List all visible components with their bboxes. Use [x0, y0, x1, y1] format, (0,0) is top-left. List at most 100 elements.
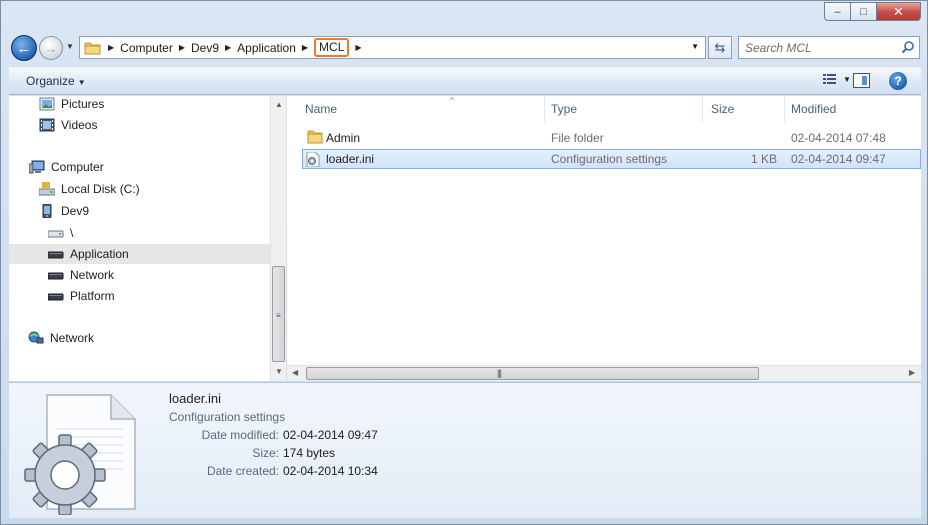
recent-pages-dropdown[interactable]: ▼: [66, 42, 74, 51]
explorer-window: – □ ✕ ← → ▼ ▶ Computer ▶ Dev9 ▶ Applicat…: [0, 0, 928, 525]
sidebar-item-pictures[interactable]: Pictures: [39, 94, 269, 114]
drive-icon: [47, 289, 64, 303]
file-type: Configuration settings: [551, 152, 668, 166]
breadcrumb-separator-icon[interactable]: ▶: [179, 43, 185, 52]
drive-icon: [47, 226, 64, 240]
videos-icon: [39, 118, 55, 132]
sidebar-item-label: Network: [50, 331, 95, 345]
breadcrumb-separator-icon[interactable]: ▶: [355, 43, 361, 52]
grip-icon: |||: [497, 368, 502, 378]
organize-label: Organize: [26, 74, 75, 88]
drive-icon: [47, 268, 64, 282]
breadcrumb-separator-icon[interactable]: ▶: [225, 43, 231, 52]
date-modified-value[interactable]: 02-04-2014 09:47: [283, 428, 378, 442]
sidebar-item-label: Platform: [70, 289, 115, 303]
sidebar-item-local-disk[interactable]: Local Disk (C:): [38, 179, 269, 199]
breadcrumb-computer[interactable]: Computer: [120, 41, 173, 55]
sidebar-item-network-drive[interactable]: Network: [47, 265, 269, 285]
device-icon: [39, 203, 55, 219]
sidebar-item-label: Network: [70, 268, 115, 282]
breadcrumb-separator-icon[interactable]: ▶: [108, 43, 114, 52]
column-header-type[interactable]: Type: [543, 96, 703, 122]
forward-button[interactable]: →: [39, 36, 63, 60]
scroll-down-icon[interactable]: ▼: [275, 367, 283, 376]
chevron-down-icon: ▼: [843, 74, 851, 84]
sidebar-item-label: Dev9: [61, 204, 90, 218]
size-value: 174 bytes: [283, 446, 336, 460]
forward-arrow-icon: →: [44, 40, 58, 56]
file-list: ^ Name Type Size Modified Admin File fol…: [287, 96, 921, 381]
drive-icon: [47, 247, 64, 261]
breadcrumb-application[interactable]: Application: [237, 41, 296, 55]
sidebar-item-label: Application: [70, 247, 129, 261]
back-arrow-icon: ←: [16, 39, 32, 57]
maximize-button[interactable]: □: [850, 2, 877, 21]
file-size: 1 KB: [750, 152, 777, 166]
column-header-size[interactable]: Size: [703, 96, 785, 122]
breadcrumb-separator-icon[interactable]: ▶: [302, 43, 308, 52]
sidebar-item-dev9[interactable]: Dev9: [39, 201, 269, 221]
search-input[interactable]: [745, 40, 905, 55]
view-options-icon: [823, 74, 836, 84]
column-header-modified[interactable]: Modified: [783, 96, 921, 122]
sidebar-item-root[interactable]: \: [47, 223, 269, 243]
scroll-up-icon[interactable]: ▲: [275, 100, 283, 109]
scrollbar-thumb[interactable]: |||: [306, 367, 759, 380]
caption-buttons: – □ ✕: [824, 2, 921, 21]
preview-pane-button[interactable]: [853, 73, 870, 88]
sidebar-item-label: Local Disk (C:): [61, 182, 140, 196]
folder-icon: [307, 130, 323, 144]
date-created-value[interactable]: 02-04-2014 10:34: [283, 464, 378, 478]
file-modified: 02-04-2014 07:48: [791, 131, 886, 145]
details-file-type: Configuration settings: [169, 410, 286, 424]
file-name: Admin: [326, 131, 361, 145]
search-icon[interactable]: [901, 40, 915, 54]
sidebar-item-label: Videos: [61, 118, 98, 132]
navigation-pane-scrollbar[interactable]: ▲ ≡ ▼: [270, 96, 286, 381]
change-view-button[interactable]: ▼: [823, 73, 851, 85]
date-modified-label: Date modified:: [201, 428, 279, 442]
config-file-large-icon: [24, 394, 136, 515]
sidebar-item-application[interactable]: Application: [9, 244, 270, 264]
file-row[interactable]: Admin File folder 02-04-2014 07:48: [302, 128, 921, 148]
minimize-button[interactable]: –: [824, 2, 851, 21]
breadcrumb-mcl[interactable]: MCL: [314, 38, 350, 57]
details-file-name: loader.ini: [169, 391, 222, 406]
file-modified: 02-04-2014 09:47: [791, 152, 886, 166]
close-button[interactable]: ✕: [876, 2, 921, 21]
sidebar-item-platform[interactable]: Platform: [47, 286, 269, 306]
file-row[interactable]: loader.ini Configuration settings 1 KB 0…: [302, 149, 921, 169]
navigation-bar: ← → ▼ ▶ Computer ▶ Dev9 ▶ Application ▶ …: [9, 33, 921, 63]
network-icon: [28, 331, 44, 345]
file-name: loader.ini: [326, 152, 375, 166]
back-button[interactable]: ←: [11, 35, 37, 61]
sidebar-item-computer[interactable]: Computer: [28, 157, 269, 177]
column-header-name[interactable]: Name: [297, 96, 545, 122]
refresh-button[interactable]: ⇆: [708, 36, 732, 59]
help-button[interactable]: ?: [889, 72, 907, 90]
command-toolbar: Organize ▼ ▼ ?: [9, 67, 921, 95]
sidebar-item-label: Pictures: [61, 97, 105, 111]
address-bar[interactable]: ▶ Computer ▶ Dev9 ▶ Application ▶ MCL ▶ …: [79, 36, 706, 59]
sidebar-item-label: Computer: [51, 160, 104, 174]
scrollbar-thumb[interactable]: ≡: [272, 266, 285, 362]
folder-icon: [84, 41, 102, 55]
breadcrumb-dev9[interactable]: Dev9: [191, 41, 219, 55]
chevron-down-icon: ▼: [77, 78, 86, 87]
refresh-icon: ⇆: [714, 39, 726, 55]
navigation-pane: Pictures Videos Computer Local Disk (C:)…: [9, 96, 286, 381]
file-list-horizontal-scrollbar[interactable]: ◀ ||| ▶: [287, 365, 921, 381]
local-disk-icon: [38, 182, 56, 196]
sidebar-item-videos[interactable]: Videos: [39, 115, 269, 135]
search-box[interactable]: [738, 36, 920, 59]
grip-icon: ≡: [276, 311, 281, 320]
sidebar-item-label: \: [70, 226, 74, 240]
scroll-left-icon[interactable]: ◀: [292, 368, 298, 377]
sidebar-item-network[interactable]: Network: [28, 328, 269, 348]
organize-menu[interactable]: Organize ▼: [26, 74, 86, 88]
config-file-icon: [306, 151, 320, 168]
scroll-right-icon[interactable]: ▶: [909, 368, 915, 377]
address-dropdown-icon[interactable]: ▼: [691, 42, 699, 51]
details-pane: loader.ini Configuration settings Date m…: [9, 382, 921, 518]
pictures-icon: [39, 97, 55, 111]
